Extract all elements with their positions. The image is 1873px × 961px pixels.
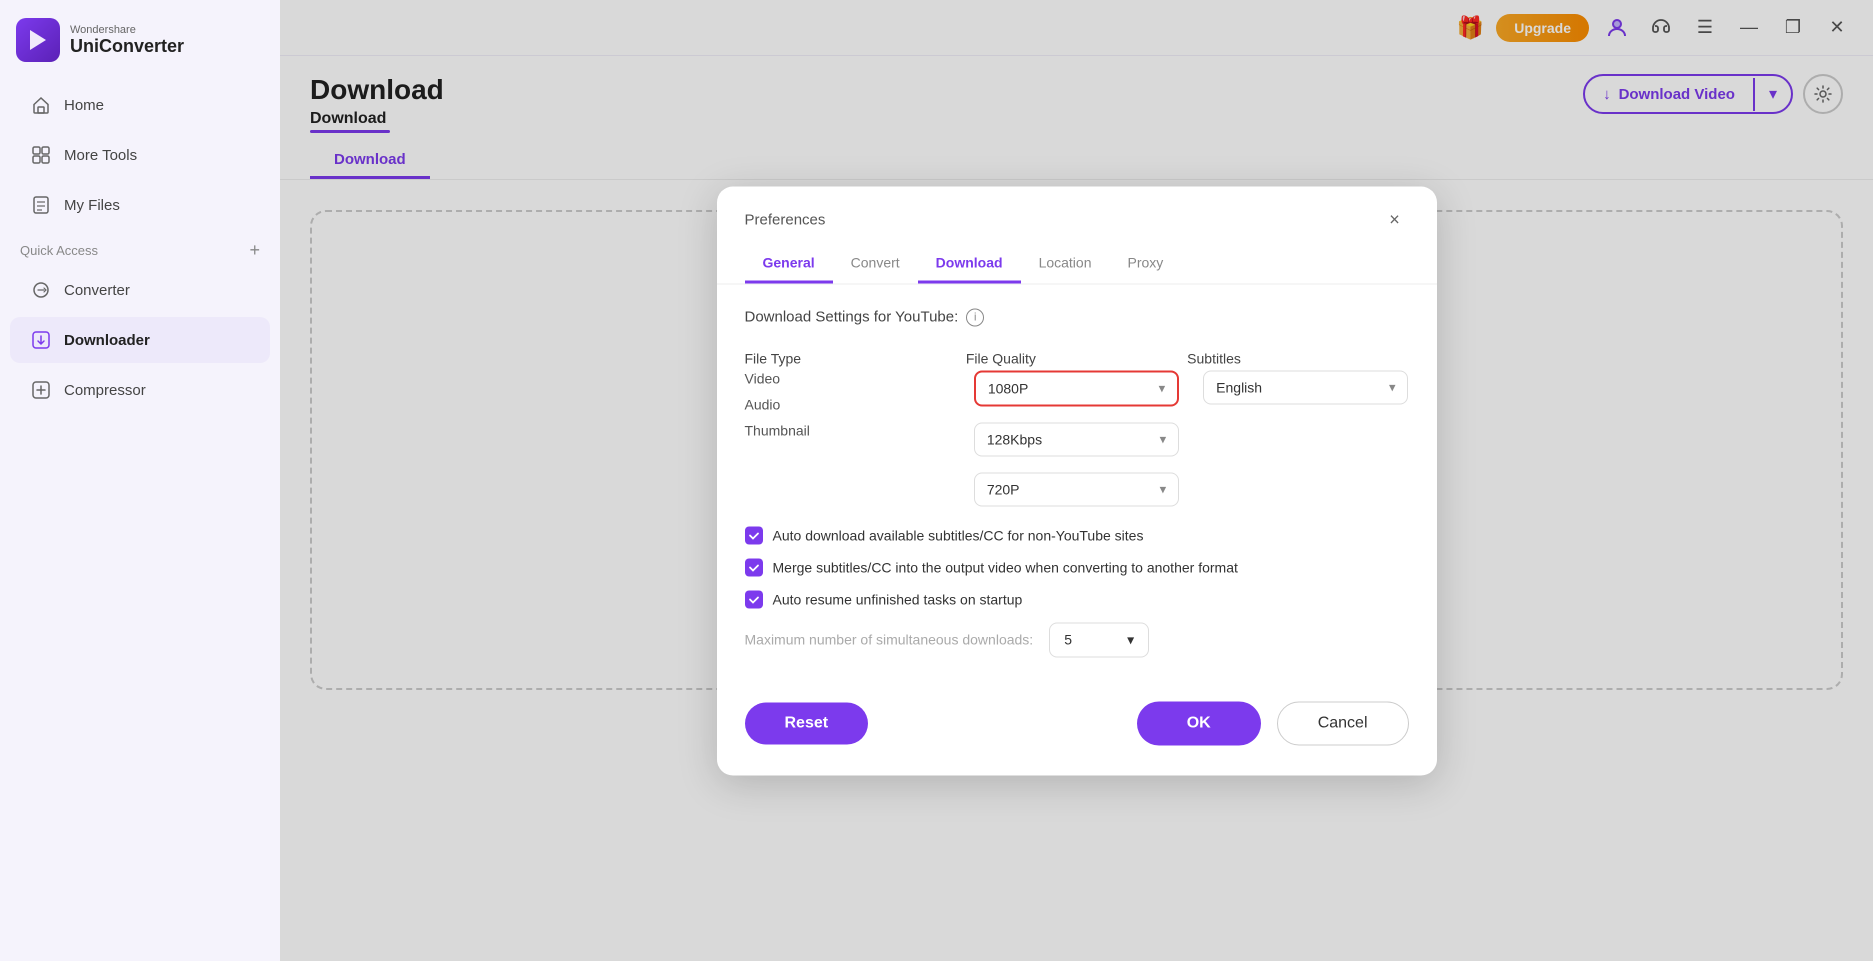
max-downloads-select[interactable]: 5 ▾ bbox=[1049, 622, 1149, 657]
video-type-col: Video Audio Thumbnail bbox=[745, 370, 950, 506]
dialog-body: Download Settings for YouTube: i File Ty… bbox=[717, 284, 1437, 681]
video-quality-select[interactable]: 1080P ▾ bbox=[974, 370, 1179, 406]
audio-quality-arrow-icon: ▾ bbox=[1160, 431, 1167, 447]
audio-quality-value: 128Kbps bbox=[987, 431, 1042, 447]
section-label: Download Settings for YouTube: i bbox=[745, 308, 1409, 326]
file-icon bbox=[30, 194, 52, 216]
logo-text: Wondershare UniConverter bbox=[70, 24, 184, 57]
auto-subtitle-label: Auto download available subtitles/CC for… bbox=[773, 527, 1144, 543]
column-headers: File Type File Quality Subtitles bbox=[745, 350, 1409, 366]
audio-quality-select[interactable]: 128Kbps ▾ bbox=[974, 422, 1179, 456]
subtitle-col: English ▾ bbox=[1203, 370, 1408, 506]
max-downloads-label: Maximum number of simultaneous downloads… bbox=[745, 632, 1034, 648]
col-header-file-type: File Type bbox=[745, 350, 966, 366]
subtitle-language-select[interactable]: English ▾ bbox=[1203, 370, 1408, 404]
dialog-tab-proxy[interactable]: Proxy bbox=[1110, 244, 1182, 283]
video-quality-value: 1080P bbox=[988, 380, 1028, 396]
checkbox-merge-subtitle: Merge subtitles/CC into the output video… bbox=[745, 558, 1409, 576]
checkbox-auto-subtitle: Auto download available subtitles/CC for… bbox=[745, 526, 1409, 544]
auto-subtitle-checkbox[interactable] bbox=[745, 526, 763, 544]
dialog-title: Preferences bbox=[745, 212, 826, 229]
downloader-icon bbox=[30, 329, 52, 351]
settings-rows: Video Audio Thumbnail 1080P ▾ 128Kbps ▾ … bbox=[745, 370, 1409, 506]
thumbnail-quality-value: 720P bbox=[987, 481, 1020, 497]
compressor-icon bbox=[30, 379, 52, 401]
max-downloads-row: Maximum number of simultaneous downloads… bbox=[745, 622, 1409, 657]
sidebar-item-my-files[interactable]: My Files bbox=[10, 182, 270, 228]
audio-type-label: Audio bbox=[745, 396, 950, 412]
reset-button[interactable]: Reset bbox=[745, 702, 869, 744]
home-icon bbox=[30, 94, 52, 116]
preferences-dialog: Preferences × General Convert Download L… bbox=[717, 186, 1437, 775]
info-icon[interactable]: i bbox=[966, 308, 984, 326]
max-downloads-value: 5 bbox=[1064, 632, 1072, 648]
checkbox-auto-resume: Auto resume unfinished tasks on startup bbox=[745, 590, 1409, 608]
dialog-tabs: General Convert Download Location Proxy bbox=[717, 244, 1437, 284]
ok-button[interactable]: OK bbox=[1137, 701, 1261, 745]
dialog-tab-download[interactable]: Download bbox=[918, 244, 1021, 283]
auto-resume-label: Auto resume unfinished tasks on startup bbox=[773, 591, 1023, 607]
converter-icon bbox=[30, 279, 52, 301]
dialog-header: Preferences × bbox=[717, 186, 1437, 234]
quick-access-add-icon[interactable]: + bbox=[249, 240, 260, 261]
col-header-file-quality: File Quality bbox=[966, 350, 1187, 366]
quick-access-label: Quick Access bbox=[20, 243, 98, 258]
subtitle-language-value: English bbox=[1216, 379, 1262, 395]
dialog-close-button[interactable]: × bbox=[1381, 206, 1409, 234]
main-content: 🎁 Upgrade ☰ — ❐ ✕ Download Download bbox=[280, 0, 1873, 961]
video-type-label: Video bbox=[745, 370, 950, 386]
app-logo-icon bbox=[16, 18, 60, 62]
thumbnail-quality-select[interactable]: 720P ▾ bbox=[974, 472, 1179, 506]
logo-area: Wondershare UniConverter bbox=[0, 0, 280, 80]
quality-col: 1080P ▾ 128Kbps ▾ 720P ▾ bbox=[974, 370, 1179, 506]
merge-subtitle-checkbox[interactable] bbox=[745, 558, 763, 576]
footer-center-buttons: OK Cancel bbox=[1137, 701, 1409, 745]
sidebar-item-home-label: Home bbox=[64, 97, 104, 114]
cancel-button[interactable]: Cancel bbox=[1277, 701, 1409, 745]
thumbnail-quality-arrow-icon: ▾ bbox=[1160, 481, 1167, 497]
sidebar: Wondershare UniConverter Home More Tools bbox=[0, 0, 280, 961]
sidebar-item-compressor-label: Compressor bbox=[64, 382, 146, 399]
sidebar-item-my-files-label: My Files bbox=[64, 197, 120, 214]
merge-subtitle-label: Merge subtitles/CC into the output video… bbox=[773, 559, 1238, 575]
sidebar-item-more-tools[interactable]: More Tools bbox=[10, 132, 270, 178]
sidebar-item-converter-label: Converter bbox=[64, 282, 130, 299]
max-downloads-arrow-icon: ▾ bbox=[1127, 631, 1134, 648]
dialog-tab-convert[interactable]: Convert bbox=[833, 244, 918, 283]
dialog-tab-location[interactable]: Location bbox=[1021, 244, 1110, 283]
sidebar-item-downloader-label: Downloader bbox=[64, 332, 150, 349]
sidebar-item-converter[interactable]: Converter bbox=[10, 267, 270, 313]
video-quality-arrow-icon: ▾ bbox=[1159, 380, 1166, 396]
dialog-footer: Reset OK Cancel bbox=[717, 701, 1437, 745]
dialog-tab-general[interactable]: General bbox=[745, 244, 833, 283]
grid-icon bbox=[30, 144, 52, 166]
thumbnail-type-label: Thumbnail bbox=[745, 422, 950, 438]
subtitle-arrow-icon: ▾ bbox=[1389, 379, 1396, 395]
quick-access-header: Quick Access + bbox=[0, 230, 280, 265]
sidebar-item-compressor[interactable]: Compressor bbox=[10, 367, 270, 413]
sidebar-item-home[interactable]: Home bbox=[10, 82, 270, 128]
auto-resume-checkbox[interactable] bbox=[745, 590, 763, 608]
logo-brand: Wondershare bbox=[70, 24, 184, 36]
col-header-subtitles: Subtitles bbox=[1187, 350, 1408, 366]
sidebar-item-more-tools-label: More Tools bbox=[64, 147, 137, 164]
sidebar-item-downloader[interactable]: Downloader bbox=[10, 317, 270, 363]
logo-name: UniConverter bbox=[70, 36, 184, 57]
